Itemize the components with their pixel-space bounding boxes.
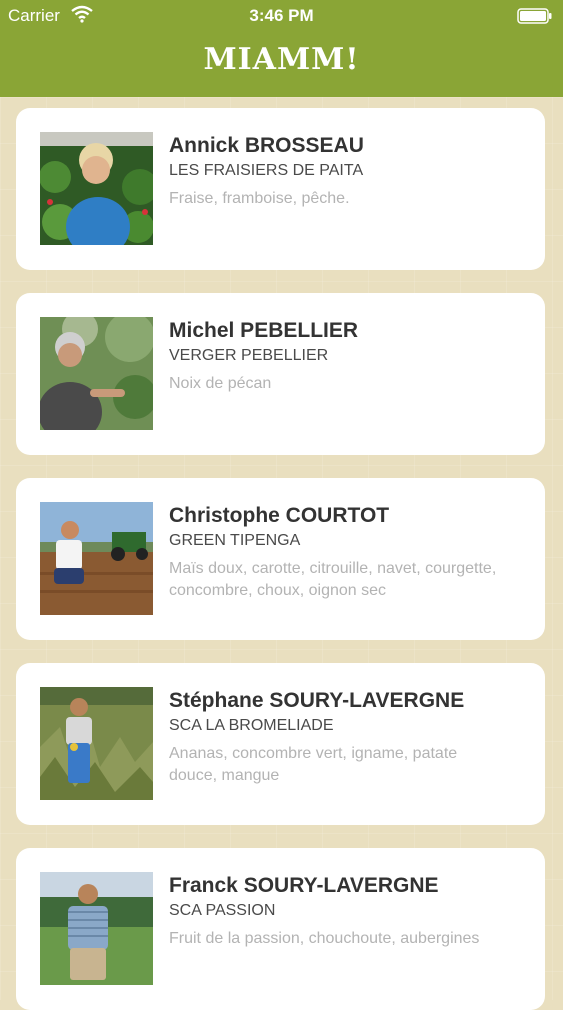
app-title: MIAMM! [203,42,360,77]
producer-name: Christophe COURTOT [169,504,390,527]
producer-products: Ananas, concombre vert, igname, patate d… [169,745,458,784]
battery-icon [517,8,552,24]
producer-products: Fruit de la passion, chouchoute, aubergi… [169,930,480,947]
producer-products: Noix de pécan [169,375,272,392]
producer-name: Franck SOURY-LAVERGNE [169,874,439,897]
producer-name: Stéphane SOURY-LAVERGNE [169,689,465,712]
producer-farm: LES FRAISIERS DE PAITA [169,162,364,179]
status-time: 3:46 PM [249,6,314,25]
producer-name: Annick BROSSEAU [169,134,364,157]
app-header: Carrier 3:46 PM MIAMM! [0,0,563,97]
producer-card[interactable]: Franck SOURY-LAVERGNE SCA PASSION Fruit … [16,848,545,1010]
status-bar: Carrier 3:46 PM [0,0,563,32]
producer-photo [40,687,153,800]
producer-card[interactable]: Michel PEBELLIER VERGER PEBELLIER Noix d… [16,293,545,455]
producer-list[interactable]: Annick BROSSEAU LES FRAISIERS DE PAITA F… [0,97,563,1010]
producer-farm: VERGER PEBELLIER [169,347,329,364]
producer-photo [40,317,153,430]
producer-photo [40,872,153,985]
producer-name: Michel PEBELLIER [169,319,359,342]
producer-products: Fraise, framboise, pêche. [169,190,350,207]
producer-farm: SCA PASSION [169,902,276,919]
producer-farm: GREEN TIPENGA [169,532,301,549]
producer-photo [40,502,153,615]
producer-card[interactable]: Christophe COURTOT GREEN TIPENGA Maïs do… [16,478,545,640]
producer-farm: SCA LA BROMELIADE [169,717,334,734]
producer-products: Maïs doux, carotte, citrouille, navet, c… [169,560,497,599]
producer-photo [40,132,153,245]
producer-card[interactable]: Stéphane SOURY-LAVERGNE SCA LA BROMELIAD… [16,663,545,825]
producer-card[interactable]: Annick BROSSEAU LES FRAISIERS DE PAITA F… [16,108,545,270]
